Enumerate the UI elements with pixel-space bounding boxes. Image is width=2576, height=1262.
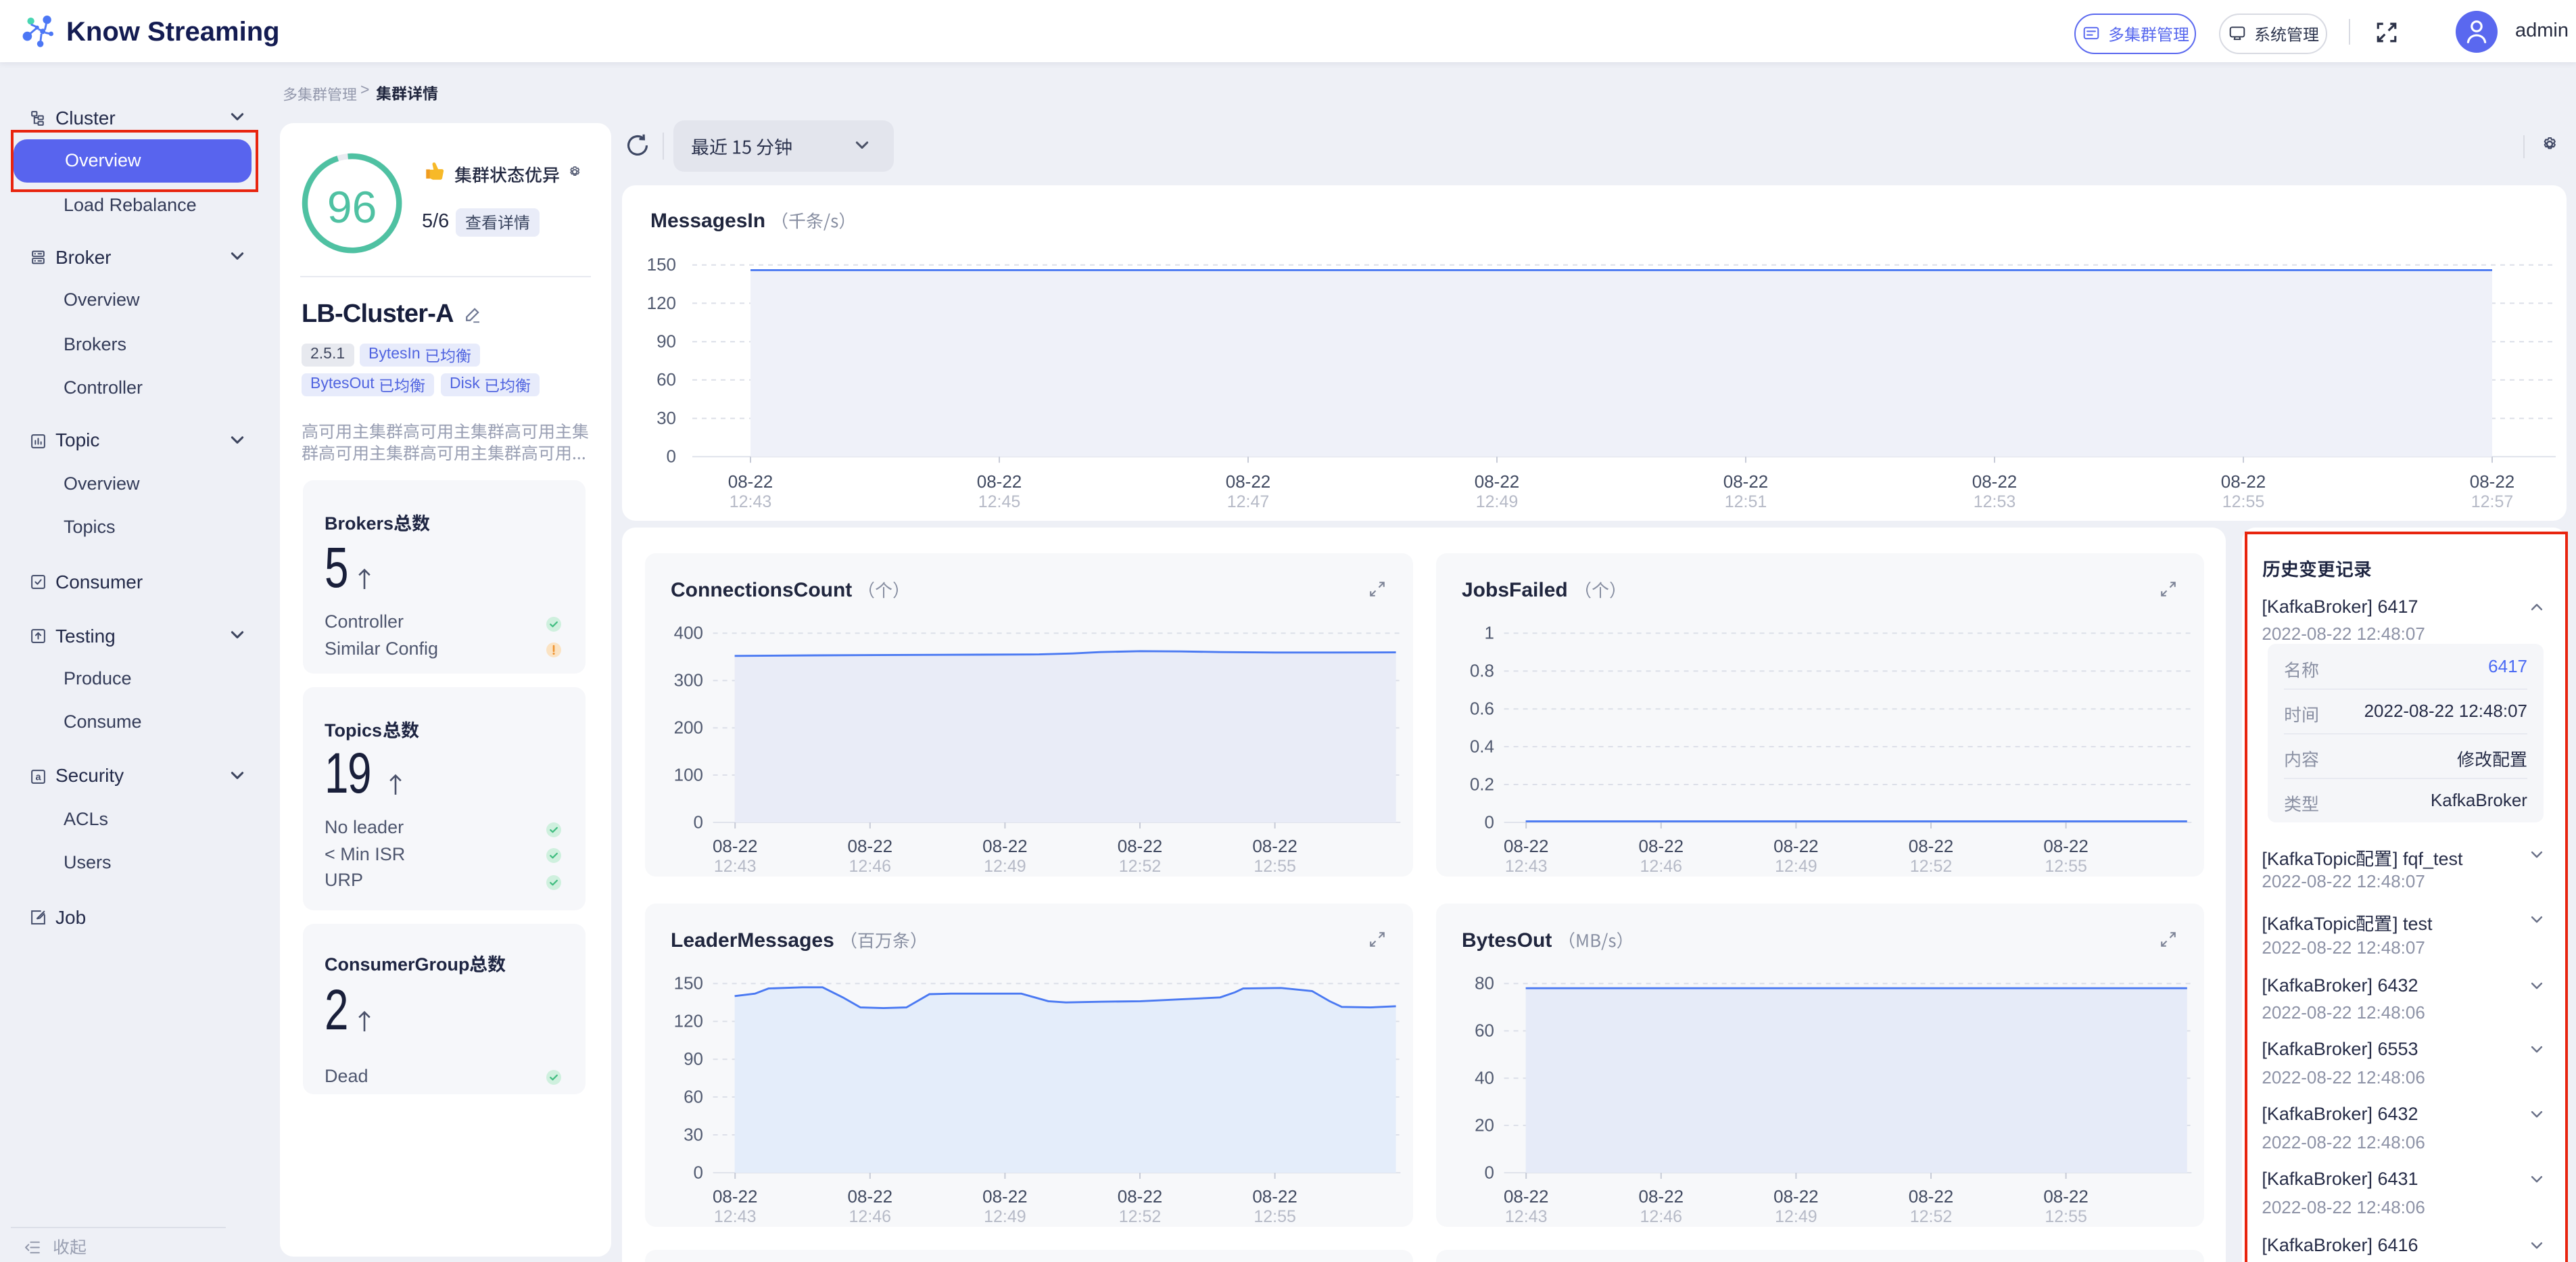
svg-text:120: 120 — [647, 293, 676, 313]
svg-text:0.2: 0.2 — [1470, 774, 1494, 794]
svg-text:0: 0 — [694, 812, 703, 832]
svg-text:120: 120 — [674, 1011, 703, 1031]
svg-text:12:49: 12:49 — [1775, 857, 1817, 876]
svg-text:08-22: 08-22 — [1252, 1186, 1297, 1207]
svg-text:12:46: 12:46 — [1640, 857, 1683, 876]
svg-text:12:43: 12:43 — [714, 1207, 757, 1226]
svg-text:12:55: 12:55 — [2045, 1207, 2087, 1226]
svg-text:12:53: 12:53 — [1974, 492, 2016, 511]
svg-text:08-22: 08-22 — [2221, 471, 2266, 492]
svg-text:08-22: 08-22 — [2043, 836, 2089, 856]
svg-text:12:52: 12:52 — [1910, 857, 1953, 876]
svg-text:12:49: 12:49 — [984, 857, 1026, 876]
svg-text:08-22: 08-22 — [713, 836, 758, 856]
svg-text:08-22: 08-22 — [2043, 1186, 2089, 1207]
svg-text:0.8: 0.8 — [1470, 661, 1494, 681]
svg-text:08-22: 08-22 — [2470, 471, 2515, 492]
svg-text:60: 60 — [657, 369, 676, 390]
svg-text:12:55: 12:55 — [1254, 1207, 1296, 1226]
svg-text:12:47: 12:47 — [1227, 492, 1270, 511]
svg-text:08-22: 08-22 — [977, 471, 1022, 492]
svg-text:100: 100 — [674, 764, 703, 785]
svg-text:150: 150 — [647, 254, 676, 275]
svg-text:08-22: 08-22 — [1972, 471, 2018, 492]
svg-text:08-22: 08-22 — [713, 1186, 758, 1207]
svg-text:08-22: 08-22 — [1504, 836, 1549, 856]
svg-text:90: 90 — [657, 331, 676, 352]
svg-text:200: 200 — [674, 717, 703, 737]
svg-text:08-22: 08-22 — [982, 1186, 1028, 1207]
svg-text:12:43: 12:43 — [714, 857, 757, 876]
svg-text:12:46: 12:46 — [849, 857, 892, 876]
svg-text:30: 30 — [684, 1124, 703, 1144]
svg-text:12:55: 12:55 — [1254, 857, 1296, 876]
svg-text:08-22: 08-22 — [1909, 836, 1954, 856]
svg-text:12:45: 12:45 — [978, 492, 1021, 511]
svg-text:08-22: 08-22 — [1504, 1186, 1549, 1207]
svg-text:12:51: 12:51 — [1725, 492, 1767, 511]
svg-text:12:52: 12:52 — [1119, 1207, 1162, 1226]
svg-text:08-22: 08-22 — [982, 836, 1028, 856]
svg-text:60: 60 — [684, 1086, 703, 1106]
svg-text:40: 40 — [1475, 1067, 1494, 1088]
svg-text:60: 60 — [1475, 1021, 1494, 1041]
svg-text:08-22: 08-22 — [1773, 1186, 1819, 1207]
svg-text:20: 20 — [1475, 1115, 1494, 1135]
svg-text:12:43: 12:43 — [730, 492, 772, 511]
svg-text:90: 90 — [684, 1049, 703, 1069]
svg-text:08-22: 08-22 — [1639, 836, 1684, 856]
svg-text:08-22: 08-22 — [1475, 471, 1520, 492]
svg-text:0: 0 — [1485, 812, 1494, 832]
svg-text:08-22: 08-22 — [1252, 836, 1297, 856]
svg-text:1: 1 — [1485, 623, 1494, 643]
svg-text:12:57: 12:57 — [2471, 492, 2514, 511]
svg-text:08-22: 08-22 — [848, 836, 893, 856]
svg-text:0: 0 — [694, 1162, 703, 1182]
svg-text:12:49: 12:49 — [1476, 492, 1519, 511]
svg-text:12:46: 12:46 — [849, 1207, 892, 1226]
svg-text:300: 300 — [674, 670, 703, 691]
svg-text:12:46: 12:46 — [1640, 1207, 1683, 1226]
svg-text:12:49: 12:49 — [984, 1207, 1026, 1226]
svg-text:08-22: 08-22 — [1118, 1186, 1163, 1207]
svg-text:96: 96 — [327, 182, 377, 232]
svg-text:0.4: 0.4 — [1470, 736, 1494, 756]
svg-text:08-22: 08-22 — [1639, 1186, 1684, 1207]
svg-text:08-22: 08-22 — [1773, 836, 1819, 856]
svg-text:12:49: 12:49 — [1775, 1207, 1817, 1226]
svg-text:12:55: 12:55 — [2045, 857, 2087, 876]
svg-text:12:55: 12:55 — [2222, 492, 2265, 511]
svg-text:08-22: 08-22 — [728, 471, 773, 492]
svg-text:a: a — [35, 772, 41, 782]
svg-text:08-22: 08-22 — [1723, 471, 1769, 492]
svg-text:150: 150 — [674, 973, 703, 994]
svg-text:08-22: 08-22 — [1909, 1186, 1954, 1207]
svg-text:12:52: 12:52 — [1119, 857, 1162, 876]
svg-text:12:52: 12:52 — [1910, 1207, 1953, 1226]
svg-text:400: 400 — [674, 623, 703, 643]
svg-text:12:43: 12:43 — [1505, 1207, 1548, 1226]
svg-text:0: 0 — [667, 446, 676, 467]
svg-text:08-22: 08-22 — [1226, 471, 1271, 492]
svg-text:0.6: 0.6 — [1470, 699, 1494, 719]
svg-text:0: 0 — [1485, 1162, 1494, 1182]
svg-text:80: 80 — [1475, 973, 1494, 994]
svg-text:08-22: 08-22 — [848, 1186, 893, 1207]
svg-text:30: 30 — [657, 408, 676, 428]
svg-text:12:43: 12:43 — [1505, 857, 1548, 876]
svg-text:08-22: 08-22 — [1118, 836, 1163, 856]
